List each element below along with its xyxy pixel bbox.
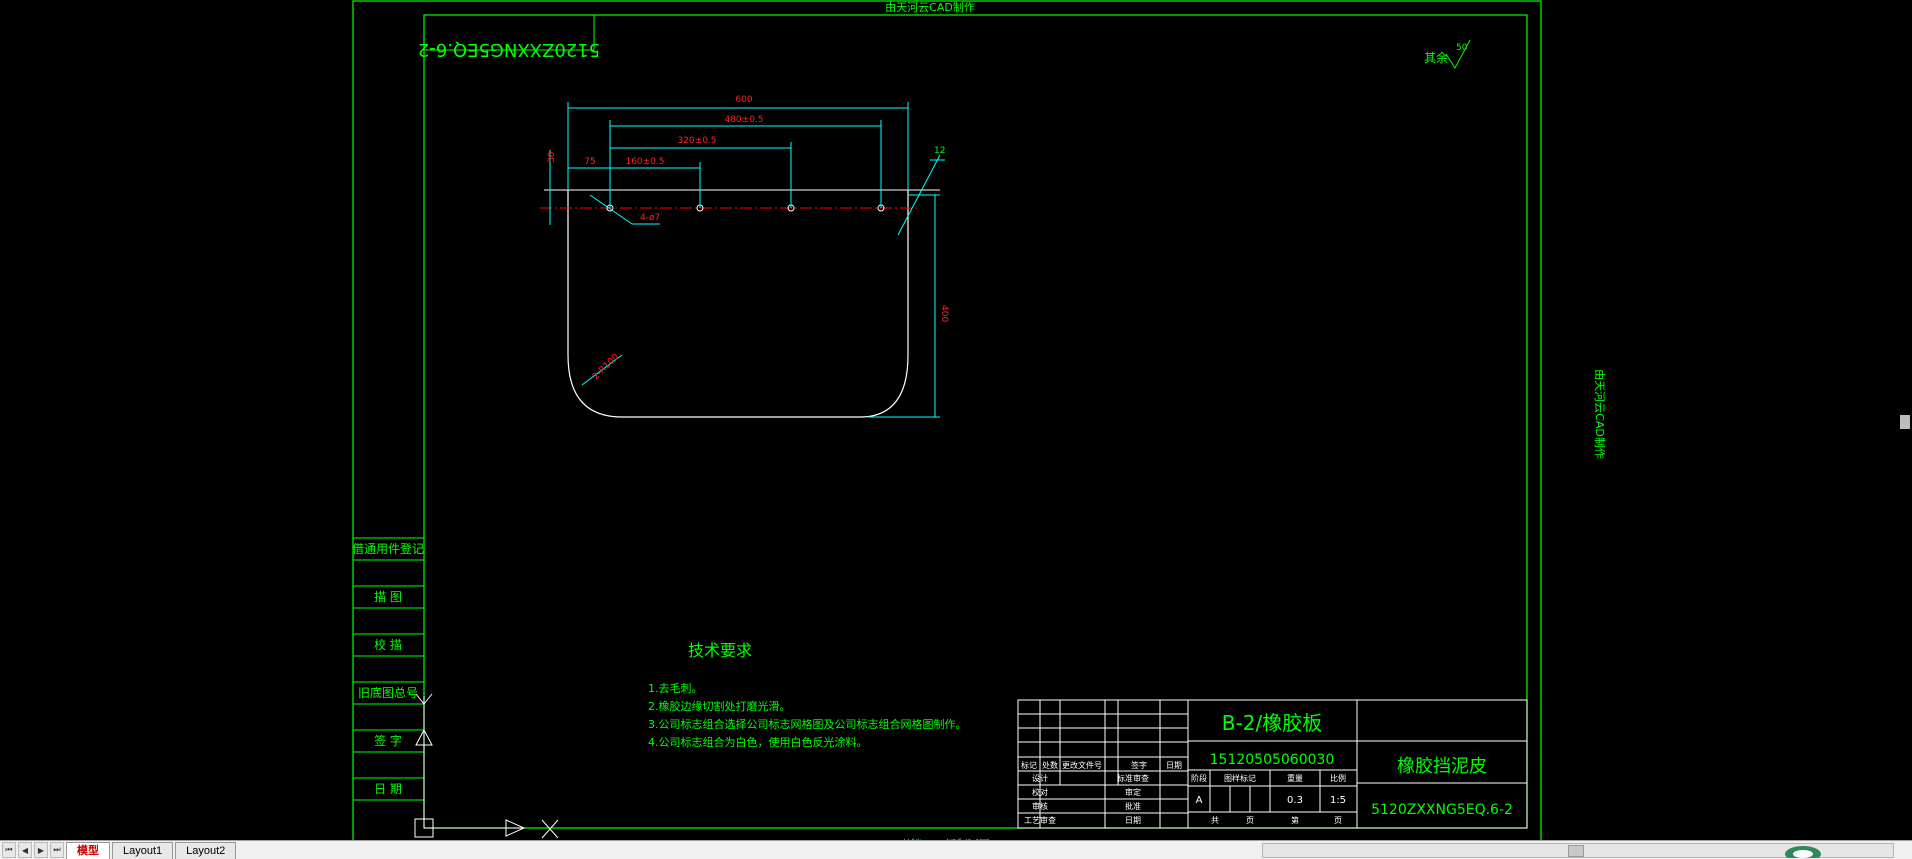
watermark-top: 由天河云CAD制作 (885, 0, 975, 14)
tb-sign-2a: 校对 (1032, 787, 1048, 797)
tb-sheet-2: 页 (1246, 816, 1254, 825)
left-label-3: 校 描 (374, 637, 402, 652)
dim-holes: 4-ø7 (640, 213, 660, 223)
outer-frame (352, 0, 1542, 840)
dim-160: 160±0.5 (625, 157, 664, 167)
next-tab-icon[interactable]: ▶ (34, 842, 48, 858)
cad-drawing: 由天河云CAD制作 由天河云CAD制作 由天河云CAD制作 5120ZXXNG5… (352, 0, 1607, 840)
tb-stage-v1: A (1196, 795, 1203, 806)
dim-radius: 2-R100 (591, 352, 621, 382)
tab-layout1[interactable]: Layout1 (112, 841, 174, 859)
part-outline (567, 190, 909, 418)
tb-sign-1a: 设计 (1032, 773, 1048, 783)
app-logo-icon (1785, 846, 1821, 858)
tb-change-h2: 处数 (1042, 760, 1058, 770)
tb-change-h3: 更改文件号 (1062, 760, 1102, 770)
tb-sheet-1: 共 (1211, 816, 1219, 825)
vertical-scroll-thumb[interactable] (1900, 415, 1910, 429)
tb-part-name: 橡胶挡泥皮 (1397, 756, 1487, 777)
horizontal-scroll-thumb[interactable] (1568, 845, 1584, 857)
tb-stage-h4: 比例 (1330, 773, 1346, 783)
tb-sign-1c: 标准审查 (1117, 773, 1149, 783)
tech-item-3: 3.公司标志组合选择公司标志网格图及公司标志组合网格图制作。 (648, 717, 967, 731)
tb-stage-h1: 阶段 (1191, 773, 1207, 783)
left-registration-column (352, 537, 425, 801)
prev-tab-icon[interactable]: ◀ (18, 842, 32, 858)
tech-item-2: 2.橡胶边缘切割处打磨光滑。 (648, 699, 791, 713)
tb-stage-h3: 重量 (1287, 773, 1303, 783)
ucs-icon (414, 693, 559, 839)
tech-item-4: 4.公司标志组合为白色，使用白色反光涂料。 (648, 735, 868, 749)
tb-sign-2c: 审定 (1125, 787, 1141, 797)
cad-model-space[interactable]: 由天河云CAD制作 由天河云CAD制作 由天河云CAD制作 5120ZXXNG5… (0, 0, 1912, 840)
tb-sign-3c: 批准 (1125, 801, 1141, 811)
tb-change-h4: 签字 (1131, 760, 1147, 770)
tb-change-h5: 日期 (1166, 761, 1182, 770)
tab-model[interactable]: 模型 (66, 841, 110, 859)
tb-sign-4a: 工艺审查 (1024, 815, 1056, 825)
last-tab-icon[interactable]: ⏭ (50, 842, 64, 858)
tech-item-1: 1.去毛刺。 (648, 682, 703, 695)
tech-title: 技术要求 (688, 641, 752, 660)
roughness-value: 50 (1456, 43, 1468, 53)
left-label-1: 借通用件登记 (352, 541, 424, 556)
dim-30: 30 (547, 151, 557, 163)
tb-material: B-2/橡胶板 (1222, 711, 1322, 735)
tb-stage-h2: 图样标记 (1224, 773, 1256, 783)
tb-sign-3a: 审核 (1032, 801, 1048, 811)
tb-stage-v6: 1:5 (1330, 795, 1346, 806)
dim-480: 480±0.5 (724, 115, 763, 125)
tab-layout2[interactable]: Layout2 (175, 841, 237, 859)
tb-stage-v5: 0.3 (1287, 795, 1303, 806)
tb-sign-4c: 日期 (1125, 816, 1141, 825)
roughness-label: 其余 (1424, 50, 1448, 65)
dim-400: 400 (939, 305, 949, 322)
dim-thickness: 12 (934, 146, 945, 156)
vertical-scrollbar[interactable] (1898, 0, 1912, 840)
left-label-2: 描 图 (374, 590, 402, 604)
tb-part-code: 15120505060030 (1210, 752, 1335, 768)
tb-sheet-4: 页 (1334, 816, 1342, 825)
dim-600: 600 (735, 95, 752, 105)
left-label-5: 签 字 (374, 733, 402, 748)
drawing-number-mirrored: 5120ZXXNG5EQ.6-2 (418, 39, 600, 60)
left-label-4: 旧底图总号 (358, 685, 418, 700)
dim-75: 75 (584, 157, 595, 167)
first-tab-icon[interactable]: ⏮ (2, 842, 16, 858)
tb-drawing-number: 5120ZXXNG5EQ.6-2 (1371, 802, 1513, 818)
left-label-6: 日 期 (374, 782, 402, 796)
dim-320: 320±0.5 (677, 136, 716, 146)
inner-frame (423, 14, 1528, 829)
tb-sheet-3: 第 (1291, 815, 1299, 825)
tb-change-h1: 标记 (1021, 760, 1037, 770)
watermark-right: 由天河云CAD制作 (1593, 369, 1607, 459)
